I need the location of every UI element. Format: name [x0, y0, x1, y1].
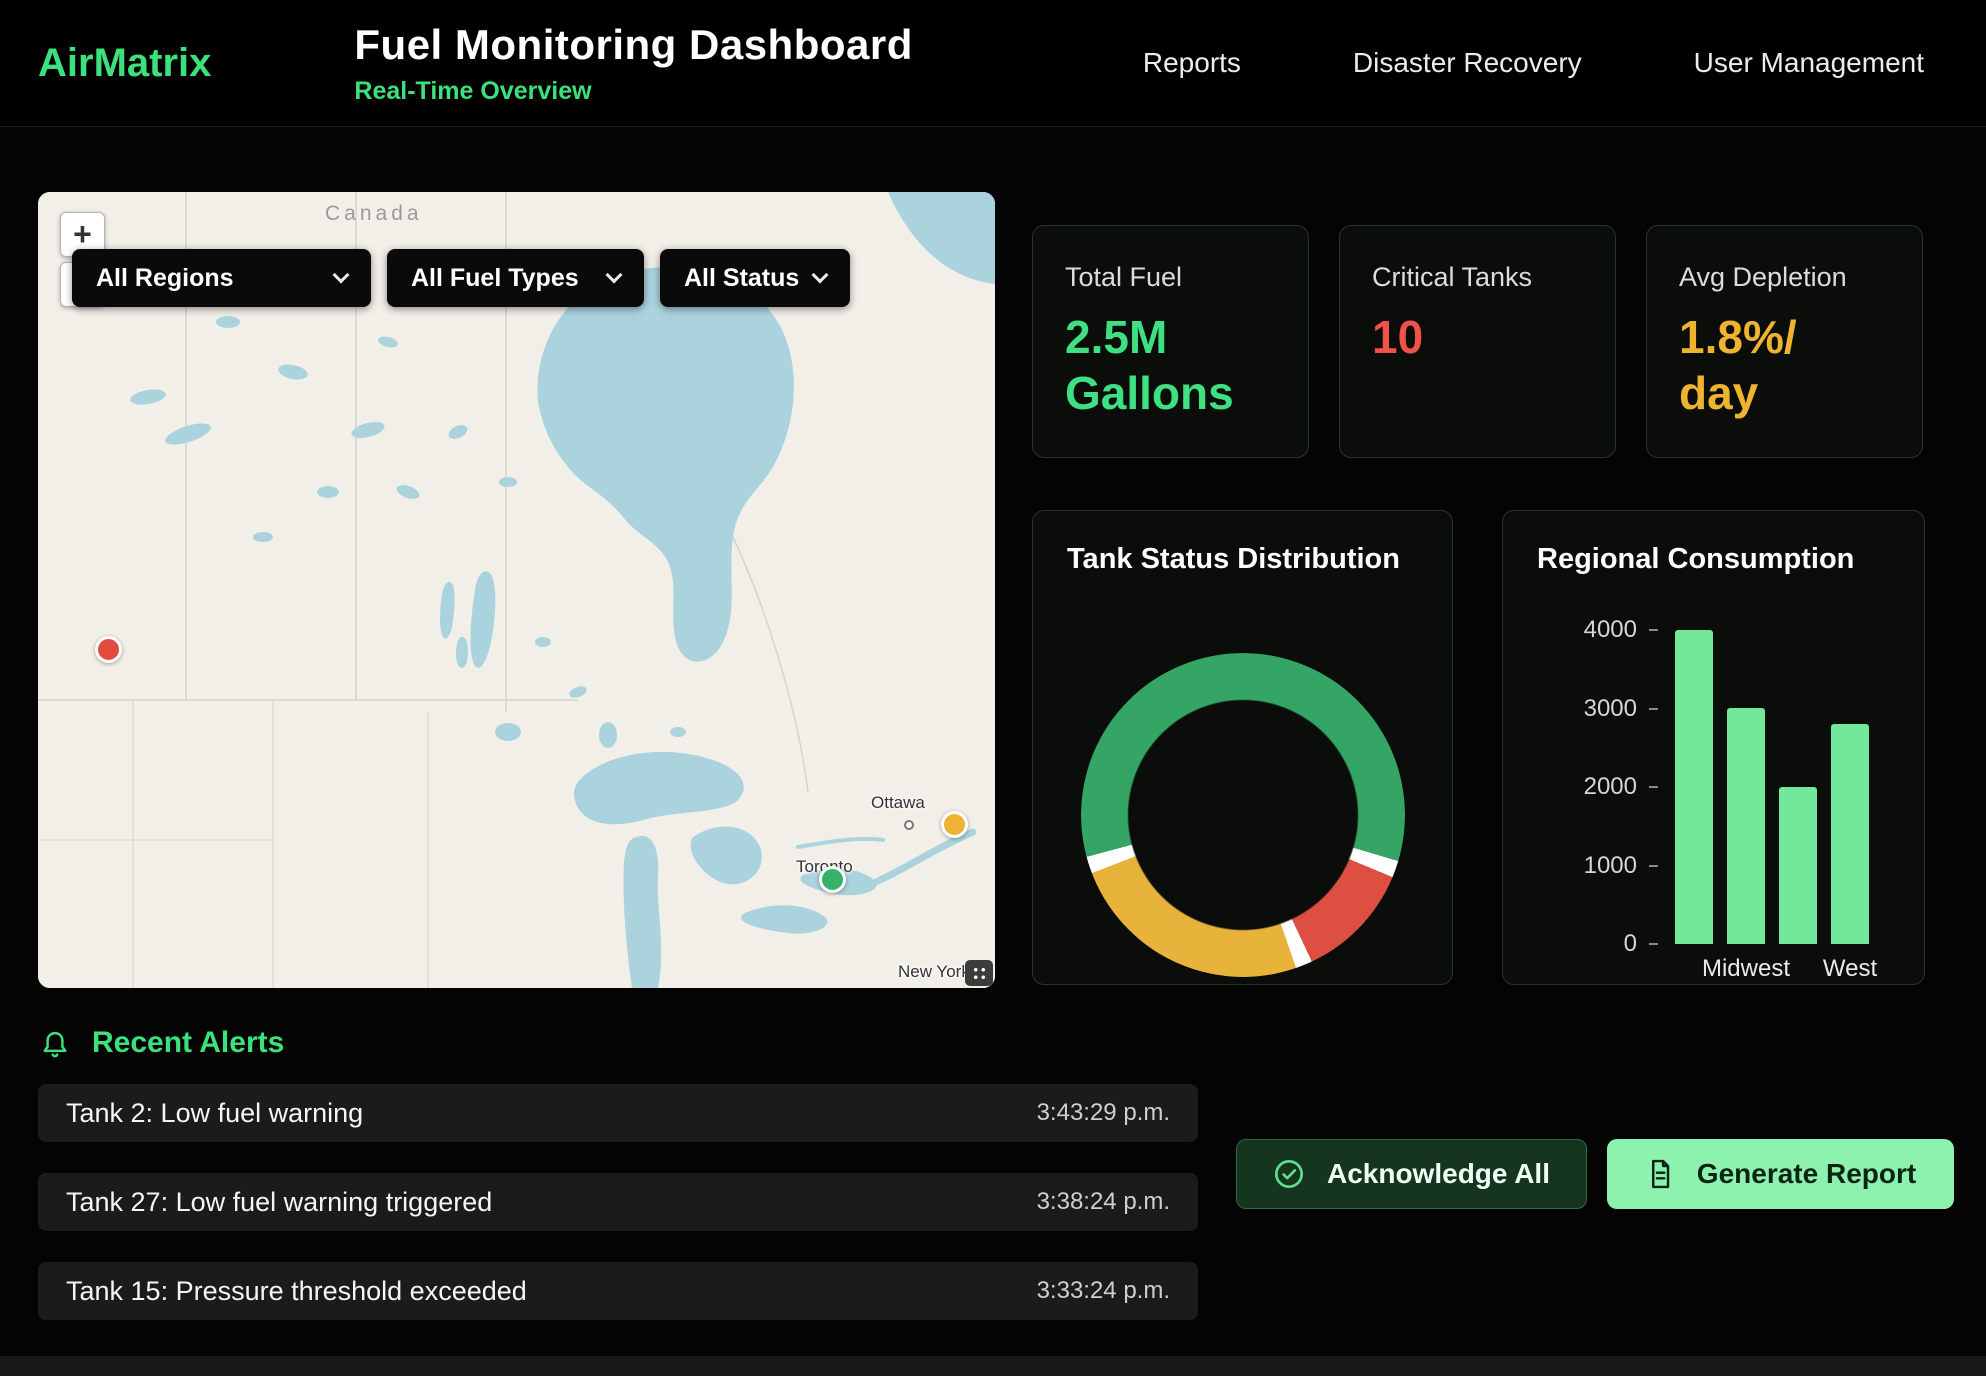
map-canvas[interactable]: Canada Ottawa Toronto New York + − All R… [38, 192, 995, 988]
y-axis-label: 4000 [1547, 616, 1637, 644]
avg-depletion-card: Avg Depletion 1.8%/ day [1646, 225, 1923, 458]
y-axis-tick [1649, 943, 1658, 945]
recent-alerts-heading: Recent Alerts [40, 1026, 284, 1060]
total-fuel-card: Total Fuel 2.5M Gallons [1032, 225, 1309, 458]
recent-alerts-title: Recent Alerts [92, 1026, 284, 1060]
acknowledge-all-label: Acknowledge All [1327, 1158, 1550, 1190]
status-filter-value: All Status [684, 264, 799, 293]
x-axis-label: West [1823, 955, 1877, 983]
bar [1831, 724, 1869, 944]
regions-filter-dropdown[interactable]: All Regions [72, 249, 371, 307]
footer-bar [0, 1356, 1986, 1376]
chart-title: Tank Status Distribution [1067, 543, 1400, 576]
generate-report-button[interactable]: Generate Report [1607, 1139, 1954, 1209]
donut-chart [1081, 653, 1405, 977]
chevron-down-icon [812, 267, 829, 284]
critical-tanks-value: 10 [1372, 309, 1583, 365]
bell-icon [40, 1027, 70, 1059]
regional-consumption-card: Regional Consumption 01000200030004000Mi… [1502, 510, 1925, 985]
bar [1675, 630, 1713, 944]
map-marker-normal[interactable] [819, 866, 846, 893]
y-axis-label: 2000 [1547, 773, 1637, 801]
status-filter-dropdown[interactable]: All Status [660, 249, 850, 307]
nav-user-management[interactable]: User Management [1694, 47, 1924, 79]
x-axis-label: Midwest [1702, 955, 1790, 983]
alert-row[interactable]: Tank 2: Low fuel warning 3:43:29 p.m. [38, 1084, 1198, 1142]
y-axis-tick [1649, 708, 1658, 710]
map-label-ottawa: Ottawa [871, 793, 925, 813]
alert-text: Tank 2: Low fuel warning [66, 1098, 363, 1129]
alert-time: 3:33:24 p.m. [1037, 1277, 1170, 1305]
alert-list: Tank 2: Low fuel warning 3:43:29 p.m. Ta… [38, 1084, 1198, 1351]
bar-chart: 0 1000 2000 3000 4000 Midwest West [1503, 511, 1924, 984]
map-label-canada: Canada [325, 202, 423, 226]
alert-text: Tank 27: Low fuel warning triggered [66, 1187, 492, 1218]
nav-disaster-recovery[interactable]: Disaster Recovery [1353, 47, 1582, 79]
chevron-down-icon [606, 267, 623, 284]
y-axis-label: 3000 [1547, 695, 1637, 723]
critical-tanks-card: Critical Tanks 10 [1339, 225, 1616, 458]
stat-label: Avg Depletion [1679, 262, 1890, 293]
brand-logo: AirMatrix [38, 41, 211, 86]
map-attribution-toggle[interactable] [965, 960, 993, 986]
fuel-types-filter-dropdown[interactable]: All Fuel Types [387, 249, 644, 307]
total-fuel-value: 2.5M Gallons [1065, 309, 1276, 421]
y-axis-label: 0 [1547, 930, 1637, 958]
map-label-new-york: New York [898, 962, 970, 982]
page-title: Fuel Monitoring Dashboard [354, 21, 912, 69]
y-axis-tick [1649, 629, 1658, 631]
y-axis-tick [1649, 786, 1658, 788]
nav-reports[interactable]: Reports [1143, 47, 1241, 79]
alert-row[interactable]: Tank 27: Low fuel warning triggered 3:38… [38, 1173, 1198, 1231]
regions-filter-value: All Regions [96, 264, 234, 293]
stat-label: Total Fuel [1065, 262, 1276, 293]
map-marker-critical[interactable] [95, 636, 122, 663]
generate-report-label: Generate Report [1697, 1158, 1916, 1190]
alert-time: 3:43:29 p.m. [1037, 1099, 1170, 1127]
grid-dots-icon [972, 966, 987, 981]
alert-row[interactable]: Tank 15: Pressure threshold exceeded 3:3… [38, 1262, 1198, 1320]
ottawa-town-dot [904, 820, 914, 830]
check-circle-icon [1273, 1158, 1305, 1190]
main-nav: Reports Disaster Recovery User Managemen… [1143, 47, 1924, 79]
avg-depletion-value: 1.8%/ day [1679, 309, 1890, 421]
alert-text: Tank 15: Pressure threshold exceeded [66, 1276, 527, 1307]
fuel-types-filter-value: All Fuel Types [411, 264, 579, 293]
bar [1727, 708, 1765, 944]
page-subtitle: Real-Time Overview [354, 77, 912, 106]
tank-status-distribution-card: Tank Status Distribution [1032, 510, 1453, 985]
map-marker-warning[interactable] [941, 811, 968, 838]
y-axis-tick [1649, 865, 1658, 867]
y-axis-label: 1000 [1547, 852, 1637, 880]
document-icon [1645, 1158, 1675, 1190]
app-header: AirMatrix Fuel Monitoring Dashboard Real… [0, 0, 1986, 127]
map-filter-row: All Regions All Fuel Types All Status [72, 249, 850, 307]
bar [1779, 787, 1817, 944]
acknowledge-all-button[interactable]: Acknowledge All [1236, 1139, 1587, 1209]
stat-label: Critical Tanks [1372, 262, 1583, 293]
title-block: Fuel Monitoring Dashboard Real-Time Over… [354, 21, 912, 106]
chevron-down-icon [333, 267, 350, 284]
alert-time: 3:38:24 p.m. [1037, 1188, 1170, 1216]
